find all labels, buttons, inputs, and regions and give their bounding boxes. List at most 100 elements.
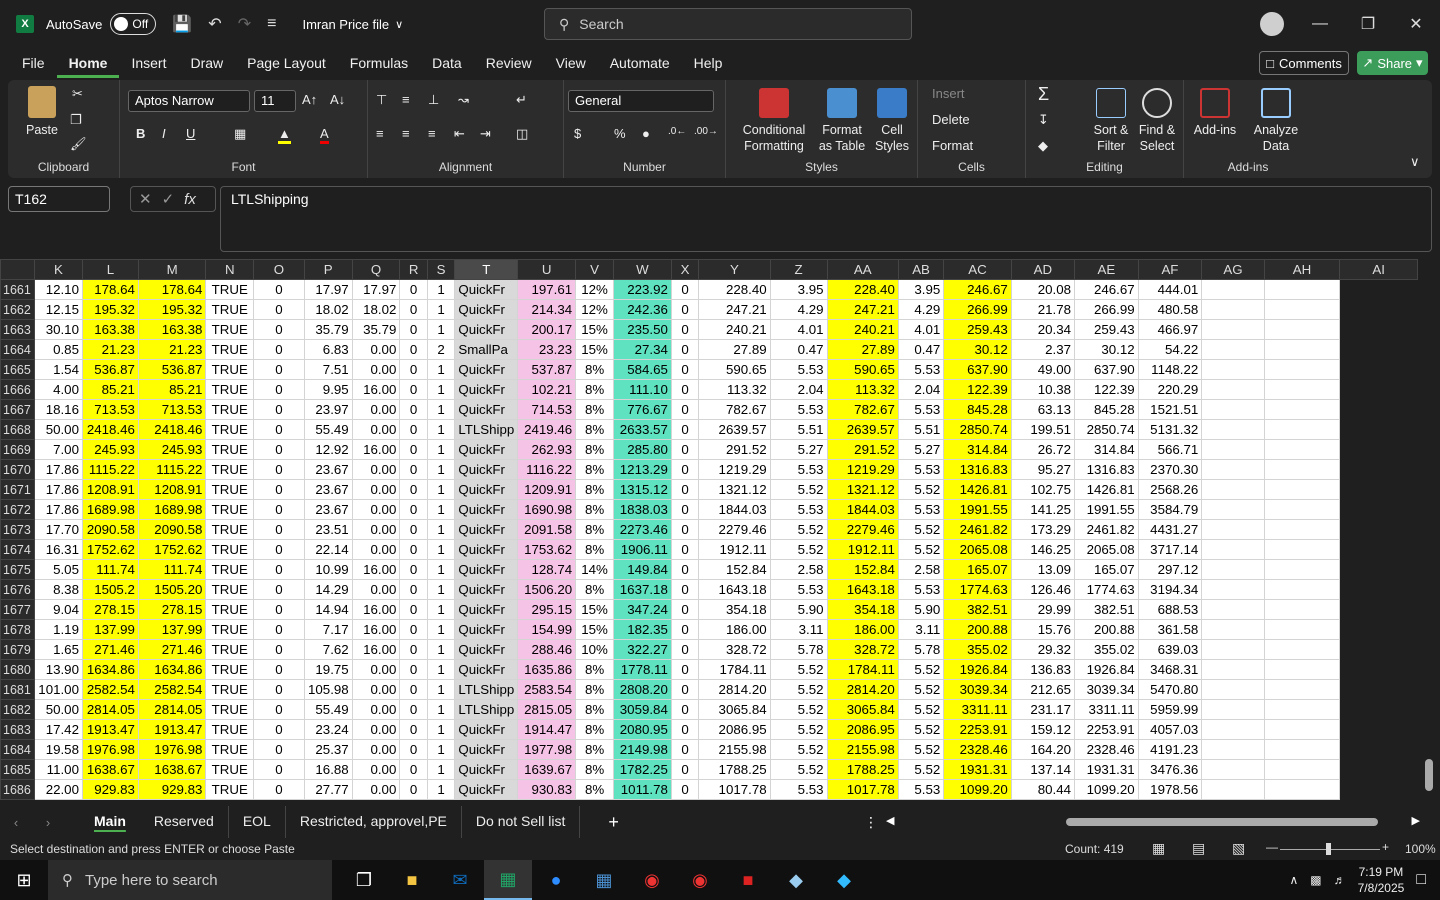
cell[interactable] [1339, 539, 1418, 560]
cell[interactable]: 5.52 [897, 739, 945, 760]
increase-decimal-icon[interactable]: .0← [668, 126, 686, 137]
clock[interactable]: 7:19 PM 7/8/2025 [1358, 864, 1405, 896]
cell[interactable]: 5.90 [769, 599, 828, 620]
cell[interactable]: 262.93 [517, 439, 577, 460]
cell[interactable]: 5.52 [897, 519, 945, 540]
cell[interactable] [1201, 419, 1265, 440]
cell[interactable]: 8% [575, 539, 614, 560]
cell[interactable]: 5.53 [897, 359, 945, 380]
decrease-font-icon[interactable]: A↓ [330, 92, 345, 107]
cell[interactable]: 0 [399, 759, 428, 780]
cell[interactable]: 5.52 [897, 659, 945, 680]
cell[interactable] [1201, 399, 1265, 420]
cell[interactable]: 0.00 [351, 779, 401, 800]
cell[interactable]: TRUE [205, 439, 255, 460]
cell[interactable]: 2850.74 [943, 419, 1012, 440]
cell[interactable]: 1321.12 [826, 479, 899, 500]
cell[interactable]: 0 [399, 719, 428, 740]
cell[interactable] [1339, 399, 1418, 420]
cell[interactable] [1339, 499, 1418, 520]
cell[interactable]: 27.77 [303, 779, 353, 800]
column-header[interactable]: U [517, 259, 577, 280]
cell[interactable]: 1643.18 [826, 579, 899, 600]
cell[interactable]: TRUE [205, 299, 255, 320]
cell[interactable]: 5.53 [769, 499, 828, 520]
cell[interactable]: QuickFr [454, 639, 519, 660]
cell[interactable]: 8% [575, 419, 614, 440]
cell[interactable]: 16.00 [351, 379, 401, 400]
currency-icon[interactable]: $ [574, 126, 581, 141]
cell[interactable]: 1634.86 [81, 659, 139, 680]
cell[interactable] [1201, 559, 1265, 580]
cell[interactable]: TRUE [205, 599, 255, 620]
cell[interactable]: QuickFr [454, 719, 519, 740]
cell[interactable] [1339, 519, 1418, 540]
cell[interactable]: 536.87 [137, 359, 207, 380]
customize-qat-icon[interactable]: ≡ [267, 15, 276, 33]
cell[interactable]: 178.64 [137, 279, 207, 300]
cell[interactable]: 2582.54 [137, 679, 207, 700]
cell[interactable] [1339, 659, 1418, 680]
cell[interactable]: 5131.32 [1137, 419, 1203, 440]
cell[interactable]: 713.53 [81, 399, 139, 420]
search-input[interactable]: ⚲ Search [544, 8, 912, 40]
cell[interactable]: 228.40 [698, 279, 771, 300]
cell[interactable]: 245.93 [81, 439, 139, 460]
cell[interactable]: TRUE [205, 379, 255, 400]
cell[interactable]: TRUE [205, 739, 255, 760]
cell[interactable]: 15.76 [1010, 619, 1076, 640]
cell[interactable]: 0 [253, 279, 305, 300]
column-header[interactable]: T [454, 259, 519, 280]
cell[interactable]: 159.12 [1010, 719, 1076, 740]
cell[interactable]: 0 [253, 599, 305, 620]
cell[interactable]: 50.00 [33, 419, 83, 440]
cell[interactable]: 1208.91 [137, 479, 207, 500]
tab-page-layout[interactable]: Page Layout [235, 48, 338, 78]
row-header[interactable]: 1683 [0, 719, 35, 740]
row-header[interactable]: 1670 [0, 459, 35, 480]
cell[interactable]: 154.99 [517, 619, 577, 640]
cell[interactable]: 17.86 [33, 459, 83, 480]
cell[interactable]: 165.07 [943, 559, 1012, 580]
cell[interactable]: 0 [670, 619, 700, 640]
cell[interactable]: 122.39 [943, 379, 1012, 400]
autosave-toggle[interactable]: Off [110, 13, 157, 35]
hscroll-thumb[interactable] [1066, 818, 1378, 826]
cell[interactable]: 152.84 [826, 559, 899, 580]
cell[interactable]: 1 [426, 539, 456, 560]
cell[interactable]: 0.00 [351, 539, 401, 560]
cell[interactable]: 8% [575, 659, 614, 680]
cell[interactable]: 1 [426, 459, 456, 480]
cell[interactable]: 1 [426, 379, 456, 400]
cell[interactable]: 1115.22 [137, 459, 207, 480]
cell[interactable]: 0 [670, 639, 700, 660]
cell[interactable]: 17.42 [33, 719, 83, 740]
cell[interactable]: 8% [575, 779, 614, 800]
cell[interactable]: 2328.46 [943, 739, 1012, 760]
cell[interactable]: 2090.58 [81, 519, 139, 540]
cell[interactable]: 0 [253, 519, 305, 540]
cell[interactable]: 0 [253, 299, 305, 320]
cell[interactable]: 5.78 [897, 639, 945, 660]
cell[interactable]: 0 [253, 679, 305, 700]
cell[interactable]: 7.17 [303, 619, 353, 640]
sheet-tab-reserved[interactable]: Reserved [140, 806, 229, 838]
cell[interactable]: 259.43 [943, 319, 1012, 340]
cell[interactable]: 291.52 [698, 439, 771, 460]
chevron-down-icon[interactable]: ∨ [395, 18, 403, 31]
cell[interactable]: 122.39 [1074, 379, 1139, 400]
cell[interactable]: 1838.03 [612, 499, 672, 520]
cell[interactable]: 197.61 [517, 279, 577, 300]
cell[interactable]: TRUE [205, 719, 255, 740]
cell[interactable]: 27.89 [698, 339, 771, 360]
cell[interactable]: 1 [426, 499, 456, 520]
cell[interactable]: 2155.98 [826, 739, 899, 760]
column-header[interactable]: AA [826, 259, 899, 280]
cell[interactable] [1263, 519, 1341, 540]
cell[interactable]: 149.84 [612, 559, 672, 580]
cell[interactable] [1201, 299, 1265, 320]
cell[interactable]: 16.00 [351, 599, 401, 620]
cell[interactable]: 0 [670, 419, 700, 440]
column-header[interactable]: Y [698, 259, 771, 280]
tab-file[interactable]: File [0, 48, 57, 78]
